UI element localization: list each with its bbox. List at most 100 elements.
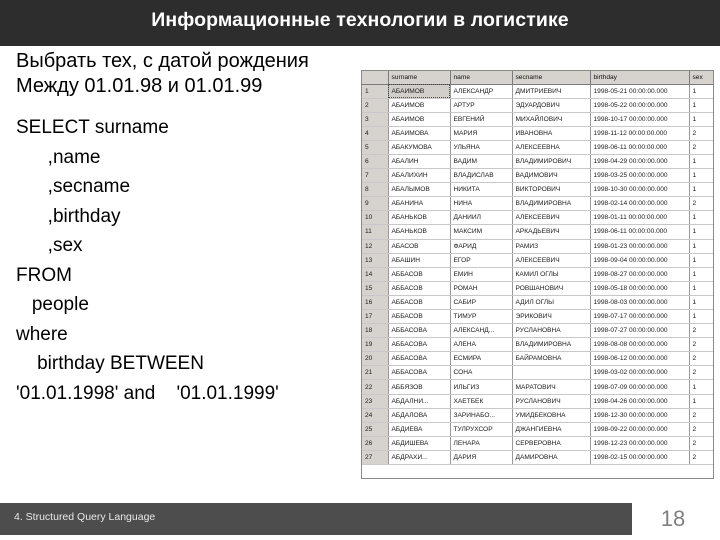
cell-sex[interactable]: 1 [689,267,713,282]
cell-birthday[interactable]: 1998-12-30 00:00:00.000 [590,408,690,423]
cell-sex[interactable]: 2 [689,408,713,423]
cell-secname[interactable]: РАМИЗ [512,239,591,254]
cell-sex[interactable]: 1 [689,239,713,254]
cell-surname[interactable]: АББАСОВ [388,281,451,296]
cell-birthday[interactable]: 1998-08-03 00:00:00.000 [590,295,690,311]
cell-name[interactable]: МАКСИМ [450,224,513,240]
cell-birthday[interactable]: 1998-09-04 00:00:00.000 [590,253,690,268]
cell-birthday[interactable]: 1998-07-09 00:00:00.000 [590,379,690,395]
table-row[interactable]: 4 АБАИМОВА МАРИЯ ИВАНОВНА 1998-11-12 00:00:0… [362,126,713,141]
cell-birthday[interactable]: 1998-01-11 00:00:00.000 [590,210,690,226]
table-row[interactable]: 18 АББАСОВА АЛЕКСАНД... РУСЛАНОВНА 1998-07-2… [362,323,713,339]
cell-sex[interactable]: 1 [689,295,713,311]
cell-secname[interactable]: АДИЛ ОГЛЫ [512,295,591,311]
row-number-cell[interactable]: 27 [362,450,389,466]
table-row[interactable]: 19 АББАСОВА АЛЕНА ВЛАДИМИРОВНА 1998-08-08 00… [362,337,713,353]
cell-surname[interactable]: АБАИМОВ [388,84,451,99]
row-number-cell[interactable]: 14 [362,267,389,282]
cell-birthday[interactable]: 1998-09-22 00:00:00.000 [590,422,690,437]
row-number-cell[interactable]: 10 [362,210,389,226]
table-row[interactable]: 9 АБАНИНА НИНА ВЛАДИМИРОВНА 1998-02-14 00:00… [362,196,713,212]
cell-birthday[interactable]: 1998-12-23 00:00:00.000 [590,436,690,451]
table-row[interactable]: 26 АБДИШЕВА ЛЕНАРА СЕРВЕРОВНА 1998-12-23 00:… [362,436,713,451]
cell-secname[interactable]: ДАМИРОВНА [512,450,591,466]
cell-surname[interactable]: АБАНИНА [388,196,451,212]
cell-sex[interactable]: 2 [689,351,713,367]
column-header-surname[interactable]: surname [388,71,451,85]
cell-secname[interactable]: СЕРВЕРОВНА [512,436,591,451]
cell-birthday[interactable]: 1998-08-27 00:00:00.000 [590,267,690,282]
cell-secname[interactable]: АЛЕКСЕЕВИЧ [512,253,591,268]
row-number-cell[interactable]: 21 [362,365,389,381]
row-number-cell[interactable]: 7 [362,168,389,184]
cell-sex[interactable]: 2 [689,196,713,212]
cell-secname[interactable]: РУСЛАНОВИЧ [512,394,591,409]
cell-surname[interactable]: АБДИЕВА [388,422,451,437]
cell-sex[interactable]: 1 [689,210,713,226]
cell-surname[interactable]: АББАСОВА [388,365,451,381]
cell-birthday[interactable]: 1998-10-30 00:00:00.000 [590,182,690,198]
cell-name[interactable]: ЕГОР [450,253,513,268]
row-number-cell[interactable]: 5 [362,140,389,155]
cell-name[interactable]: ИЛЬГИЗ [450,379,513,395]
row-number-cell[interactable]: 9 [362,196,389,212]
cell-sex[interactable]: 2 [689,140,713,155]
cell-surname[interactable]: АББАСОВА [388,351,451,367]
cell-name[interactable]: УЛЬЯНА [450,140,513,155]
cell-surname[interactable]: АБАНЬКОВ [388,210,451,226]
cell-name[interactable]: ЕМИН [450,267,513,282]
cell-secname[interactable]: РУСЛАНОВНА [512,323,591,339]
row-number-cell[interactable]: 11 [362,224,389,240]
cell-secname[interactable]: ВЛАДИМИРОВНА [512,196,591,212]
cell-secname[interactable]: УМИДБЕКОВНА [512,408,591,423]
row-number-cell[interactable]: 6 [362,154,389,170]
cell-sex[interactable]: 2 [689,126,713,141]
cell-secname[interactable]: ЭДУАРДОВИЧ [512,98,591,113]
query-result-grid[interactable]: surname name secname birthday sex 1 АБАИМ… [361,70,714,479]
table-row[interactable]: 1 АБАИМОВ АЛЕКСАНДР ДМИТРИЕВИЧ 1998-05-21 00… [362,84,713,99]
cell-secname[interactable]: МАРАТОВИЧ [512,379,591,395]
cell-surname[interactable]: АБАКУМОВА [388,140,451,155]
cell-surname[interactable]: АБДИШЕВА [388,436,451,451]
table-row[interactable]: 11 АБАНЬКОВ МАКСИМ АРКАДЬЕВИЧ 1998-06-11 00:… [362,224,713,240]
cell-birthday[interactable]: 1998-02-15 00:00:00.000 [590,450,690,466]
cell-secname[interactable]: ВИКТОРОВИЧ [512,182,591,198]
cell-sex[interactable]: 2 [689,422,713,437]
table-row[interactable]: 24 АБДАЛОВА ЗАРИНАБО... УМИДБЕКОВНА 1998-12-… [362,408,713,423]
cell-name[interactable]: МАРИЯ [450,126,513,141]
cell-name[interactable]: АЛЕКСАНД... [450,323,513,339]
table-row[interactable]: 5 АБАКУМОВА УЛЬЯНА АЛЕКСЕЕВНА 1998-06-11 00:… [362,140,713,155]
column-header-birthday[interactable]: birthday [590,71,690,85]
table-row[interactable]: 22 АББЯЗОВ ИЛЬГИЗ МАРАТОВИЧ 1998-07-09 00:00… [362,379,713,395]
cell-name[interactable]: ТИМУР [450,309,513,325]
cell-birthday[interactable]: 1998-05-18 00:00:00.000 [590,281,690,296]
row-number-cell[interactable]: 4 [362,126,389,141]
cell-name[interactable]: АЛЕКСАНДР [450,84,513,99]
cell-secname[interactable]: АЛЕКСЕЕВНА [512,140,591,155]
cell-secname[interactable] [512,365,591,381]
cell-sex[interactable]: 1 [689,281,713,296]
row-number-cell[interactable]: 25 [362,422,389,437]
cell-name[interactable]: СОНА [450,365,513,381]
table-row[interactable]: 14 АББАСОВ ЕМИН КАМИЛ ОГЛЫ 1998-08-27 00:00:… [362,267,713,282]
cell-surname[interactable]: АБАНЬКОВ [388,224,451,240]
cell-surname[interactable]: АБДАЛНИ... [388,394,451,409]
cell-surname[interactable]: АБАШИН [388,253,451,268]
cell-name[interactable]: НИКИТА [450,182,513,198]
cell-surname[interactable]: АБАИМОВ [388,98,451,113]
table-row[interactable]: 6 АБАЛИН ВАДИМ ВЛАДИМИРОВИЧ 1998-04-29 00:00… [362,154,713,170]
cell-name[interactable]: НИНА [450,196,513,212]
cell-secname[interactable]: ДЖАНГИЕВНА [512,422,591,437]
cell-secname[interactable]: ДМИТРИЕВИЧ [512,84,591,99]
cell-secname[interactable]: ВЛАДИМИРОВНА [512,337,591,353]
cell-surname[interactable]: АБАЛИХИН [388,168,451,184]
cell-sex[interactable]: 2 [689,365,713,381]
cell-name[interactable]: АЛЕНА [450,337,513,353]
cell-birthday[interactable]: 1998-02-14 00:00:00.000 [590,196,690,212]
cell-secname[interactable]: РОВШАНОВИЧ [512,281,591,296]
row-number-cell[interactable]: 8 [362,182,389,198]
table-row[interactable]: 20 АББАСОВА ЕСМИРА БАЙРАМОВНА 1998-06-12 00:… [362,351,713,367]
cell-birthday[interactable]: 1998-03-25 00:00:00.000 [590,168,690,184]
cell-sex[interactable]: 2 [689,450,713,466]
cell-surname[interactable]: АББАСОВ [388,267,451,282]
